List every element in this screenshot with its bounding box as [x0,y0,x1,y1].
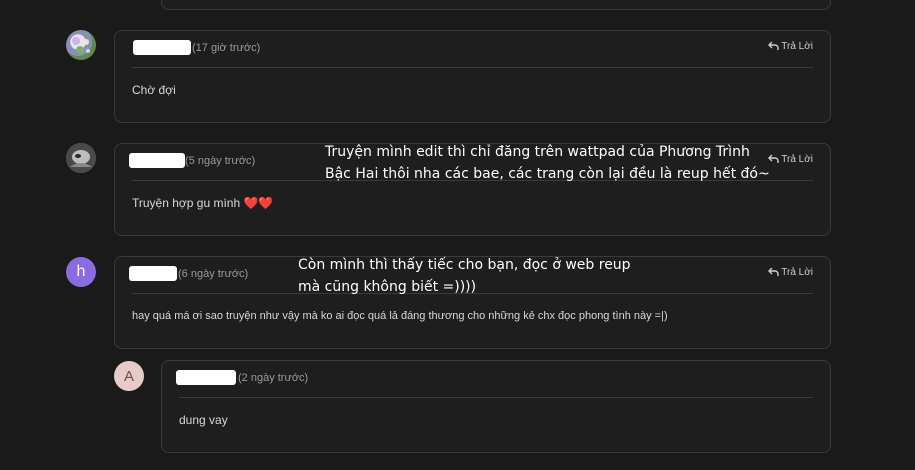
avatar-letter: A [123,367,134,385]
reply-label: Trả Lời [781,41,813,52]
redacted-username [129,153,185,168]
overlay-note-line: Còn mình thì thấy tiếc cho bạn, đọc ở we… [298,257,631,273]
reply-label: Trả Lời [781,267,813,278]
overlay-note-line: Bậc Hai thôi nha các bae, các trang còn … [325,166,770,182]
redacted-username [176,370,236,385]
reply-arrow-icon [768,267,779,276]
comment-card: (17 giờ trước) Trả Lời Chờ đợi [114,30,831,123]
reply-button[interactable]: Trả Lời [768,41,813,52]
user-avatar[interactable] [66,30,96,60]
comment-header: (2 ngày trước) [176,361,813,398]
redacted-username [133,40,191,55]
user-avatar[interactable]: A [114,361,144,391]
reply-arrow-icon [768,41,779,50]
avatar-letter: h [76,263,86,280]
overlay-note: Truyện mình edit thì chỉ đăng trên wattp… [325,141,770,185]
reply-button[interactable]: Trả Lời [768,267,813,278]
overlay-note: Còn mình thì thấy tiếc cho bạn, đọc ở we… [298,254,631,298]
overlay-note-line: mà cũng không biết =)))) [298,279,477,295]
comment-text: dung vay [179,413,228,427]
reply-button[interactable]: Trả Lời [768,154,813,165]
user-avatar[interactable] [66,143,96,173]
comment-text: Truyện hợp gu mình ❤️❤️ [132,196,274,210]
patterned-avatar-icon [72,37,90,54]
previous-comment-card [161,0,831,10]
redacted-username [129,266,177,281]
grayscale-photo-avatar-icon [66,143,96,173]
user-avatar[interactable]: h [66,257,96,287]
overlay-note-line: Truyện mình edit thì chỉ đăng trên wattp… [325,144,750,160]
comment-time: (5 ngày trước) [185,155,256,167]
reply-comment-card: (2 ngày trước) dung vay [161,360,831,453]
comment-text: Chờ đợi [132,83,176,97]
reply-arrow-icon [768,154,779,163]
comment-text: hay quá má ơi sao truyện như vậy mà ko a… [132,310,668,322]
comment-time: (2 ngày trước) [238,372,309,384]
reply-label: Trả Lời [781,154,813,165]
comment-header: (17 giờ trước) Trả Lời [132,31,813,68]
comment-time: (17 giờ trước) [192,42,261,54]
comment-time: (6 ngày trước) [178,268,249,280]
